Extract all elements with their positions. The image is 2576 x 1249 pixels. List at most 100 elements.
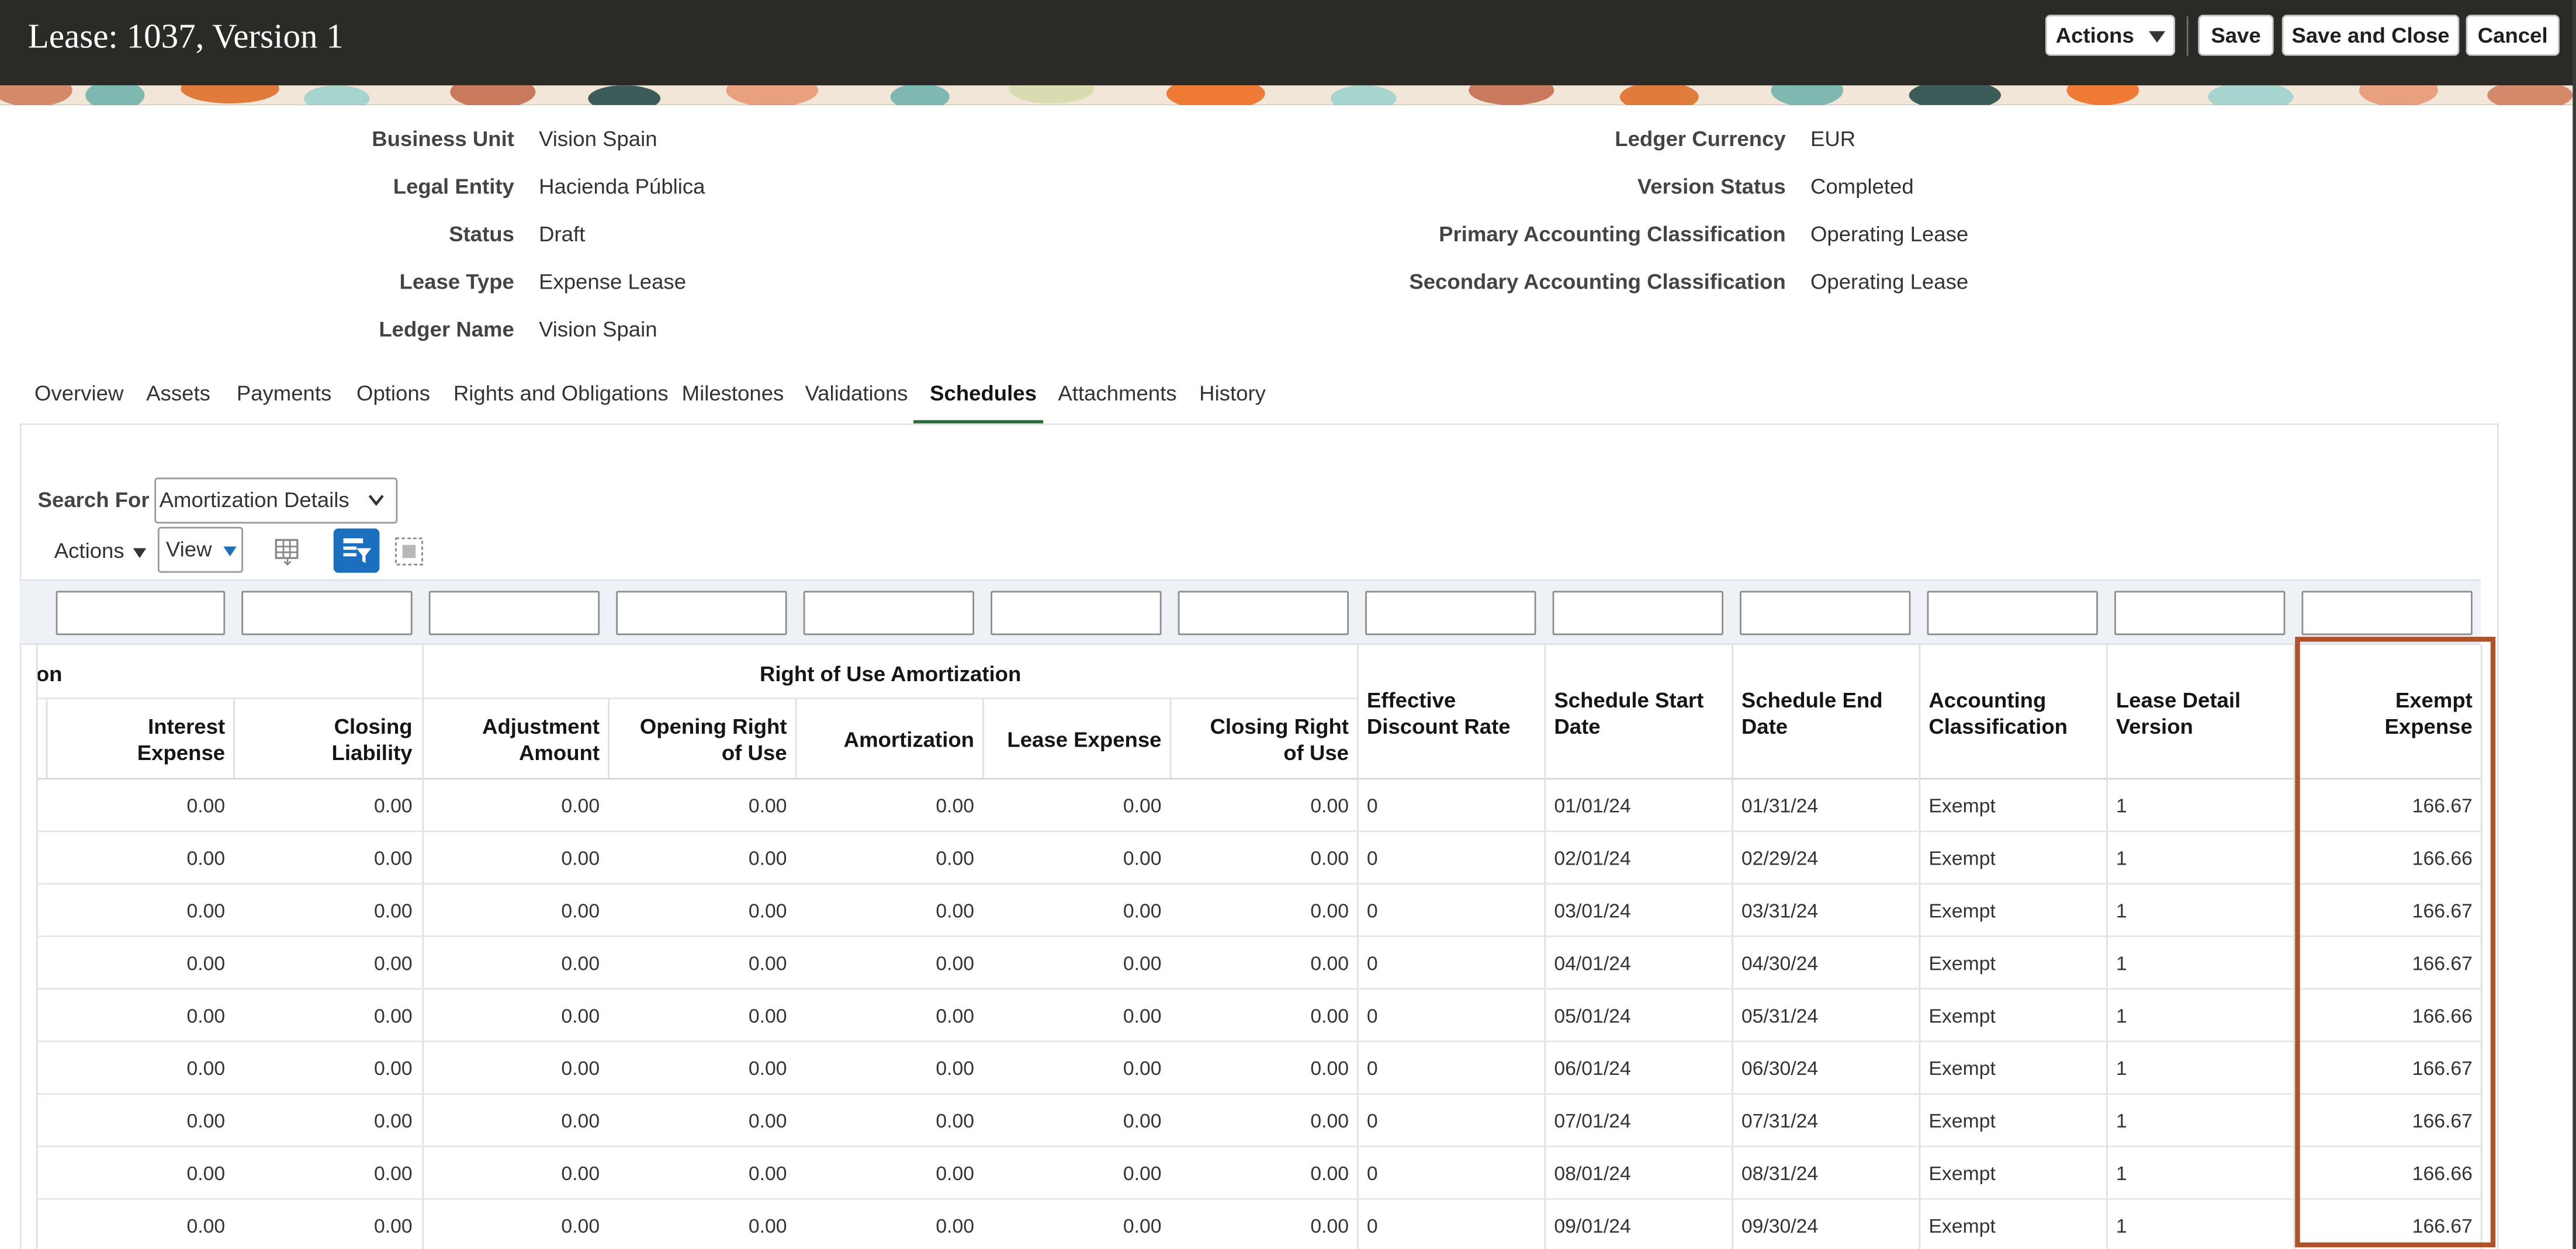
column-header-closing-liability[interactable]: Closing Liability [332, 714, 413, 766]
tab-milestones[interactable]: Milestones [682, 381, 784, 405]
page: Lease: 1037, Version 1 Actions Save Save… [0, 0, 2576, 1249]
tab-validations[interactable]: Validations [805, 381, 908, 405]
query-by-example-button[interactable] [333, 528, 380, 573]
cell-schedule-end-date: 03/31/24 [1741, 899, 1819, 922]
column-divider [233, 699, 236, 778]
tab-options[interactable]: Options [356, 381, 430, 405]
page-header: Lease: 1037, Version 1 Actions Save Save… [0, 0, 2576, 105]
cell-opening-right-of-use: 0.00 [748, 1109, 787, 1133]
column-header-lease-expense[interactable]: Lease Expense [1007, 727, 1161, 754]
tab-assets[interactable]: Assets [146, 381, 210, 405]
row-divider [36, 1093, 2481, 1095]
column-header-adjustment-amount[interactable]: Adjustment Amount [482, 714, 600, 766]
tab-schedules[interactable]: Schedules [930, 381, 1037, 405]
table-actions-label: Actions [54, 538, 124, 563]
filter-input-effective-discount-rate[interactable] [1365, 591, 1536, 636]
dropdown-arrow-icon [132, 547, 146, 557]
cell-schedule-end-date: 09/30/24 [1741, 1214, 1819, 1238]
column-header-line: Lease Detail [2115, 688, 2241, 713]
tab-attachments[interactable]: Attachments [1058, 381, 1176, 405]
primary-classification-value: Operating Lease [1810, 221, 1969, 247]
column-header-lease-detail-version[interactable]: Lease Detail Version [2116, 688, 2241, 740]
filter-input-schedule-end-date[interactable] [1740, 591, 1911, 636]
column-header-schedule-start-date[interactable]: Schedule Start Date [1554, 688, 1704, 740]
search-for-select[interactable]: Amortization Details [154, 477, 398, 524]
cell-closing-liability: 0.00 [373, 1162, 413, 1185]
cell-accounting-classification: Exempt [1928, 1162, 1996, 1185]
column-header-effective-discount-rate[interactable]: Effective Discount Rate [1367, 688, 1511, 740]
cell-accounting-classification: Exempt [1928, 846, 1996, 870]
filter-input-interest-expense[interactable] [56, 591, 226, 636]
column-divider [982, 699, 984, 778]
cell-schedule-end-date: 08/31/24 [1741, 1162, 1819, 1185]
cell-adjustment-amount: 0.00 [561, 846, 600, 870]
status-value: Draft [539, 221, 586, 247]
filter-input-opening-right-of-use[interactable] [616, 591, 787, 636]
filter-input-amortization[interactable] [803, 591, 975, 636]
column-header-line: Effective [1366, 688, 1456, 713]
column-header-schedule-end-date[interactable]: Schedule End Date [1741, 688, 1883, 740]
freeze-columns-icon[interactable] [273, 535, 306, 568]
cell-lease-detail-version: 1 [2115, 899, 2127, 922]
column-divider [1544, 645, 1546, 1249]
cell-interest-expense: 0.00 [186, 899, 226, 922]
cell-lease-expense: 0.00 [1123, 1214, 1162, 1238]
cell-effective-discount-rate: 0 [1366, 1109, 1378, 1133]
filter-icon [343, 538, 372, 563]
filter-input-exempt-expense[interactable] [2301, 591, 2473, 636]
tab-overview[interactable]: Overview [34, 381, 123, 405]
column-header-interest-expense[interactable]: Interest Expense [137, 714, 225, 766]
save-and-close-button[interactable]: Save and Close [2281, 15, 2460, 56]
version-status-label: Version Status [1637, 174, 1786, 199]
column-header-accounting-classification[interactable]: Accounting Classification [1928, 688, 2068, 740]
table-actions-menu[interactable]: Actions [54, 538, 146, 563]
column-header-closing-right-of-use[interactable]: Closing Right of Use [1210, 714, 1349, 766]
cell-closing-right-of-use: 0.00 [1310, 1109, 1349, 1133]
cell-lease-expense: 0.00 [1123, 952, 1162, 975]
view-menu-label: View [165, 536, 212, 561]
save-button[interactable]: Save [2198, 15, 2274, 56]
group-header-divider [422, 697, 1359, 699]
view-menu[interactable]: View [157, 526, 244, 573]
cell-schedule-start-date: 09/01/24 [1554, 1214, 1631, 1238]
cell-closing-liability: 0.00 [373, 1214, 413, 1238]
cancel-button[interactable]: Cancel [2466, 15, 2560, 56]
cell-lease-detail-version: 1 [2115, 1214, 2127, 1238]
cell-amortization: 0.00 [936, 794, 975, 818]
column-divider [36, 645, 38, 1249]
cell-schedule-end-date: 04/30/24 [1741, 952, 1819, 975]
cell-schedule-start-date: 05/01/24 [1554, 1004, 1631, 1028]
cell-effective-discount-rate: 0 [1366, 952, 1378, 975]
filter-input-lease-detail-version[interactable] [2114, 591, 2286, 636]
filter-input-closing-liability[interactable] [241, 591, 413, 636]
filter-input-closing-right-of-use[interactable] [1178, 591, 1349, 636]
cell-adjustment-amount: 0.00 [561, 1109, 600, 1133]
filter-input-schedule-start-date[interactable] [1552, 591, 1723, 636]
group-header-rou-amortization: Right of Use Amortization [760, 661, 1022, 686]
business-unit-label: Business Unit [372, 126, 514, 151]
cell-interest-expense: 0.00 [186, 1057, 226, 1080]
column-header-opening-right-of-use[interactable]: Opening Right of Use [640, 714, 787, 766]
filter-input-lease-expense[interactable] [991, 591, 1162, 636]
tab-history[interactable]: History [1199, 381, 1266, 405]
tab-rights-and-obligations[interactable]: Rights and Obligations [453, 381, 669, 405]
cell-lease-expense: 0.00 [1123, 1057, 1162, 1080]
cell-opening-right-of-use: 0.00 [748, 1057, 787, 1080]
column-header-line: Opening Right [639, 714, 787, 739]
cell-amortization: 0.00 [936, 1109, 975, 1133]
actions-menu-button[interactable]: Actions [2045, 15, 2176, 56]
detach-icon[interactable] [394, 537, 424, 567]
column-header-line: Amortization [843, 727, 975, 752]
actions-menu-label: Actions [2055, 23, 2134, 48]
cell-lease-detail-version: 1 [2115, 1004, 2127, 1028]
page-title: Lease: 1037, Version 1 [27, 16, 344, 56]
status-label: Status [449, 221, 514, 247]
column-divider [1169, 699, 1172, 778]
legal-entity-label: Legal Entity [393, 174, 514, 199]
tab-payments[interactable]: Payments [237, 381, 332, 405]
cell-adjustment-amount: 0.00 [561, 1162, 600, 1185]
column-divider [608, 699, 610, 778]
column-header-amortization[interactable]: Amortization [844, 727, 974, 754]
filter-input-adjustment-amount[interactable] [428, 591, 600, 636]
filter-input-accounting-classification[interactable] [1927, 591, 2098, 636]
